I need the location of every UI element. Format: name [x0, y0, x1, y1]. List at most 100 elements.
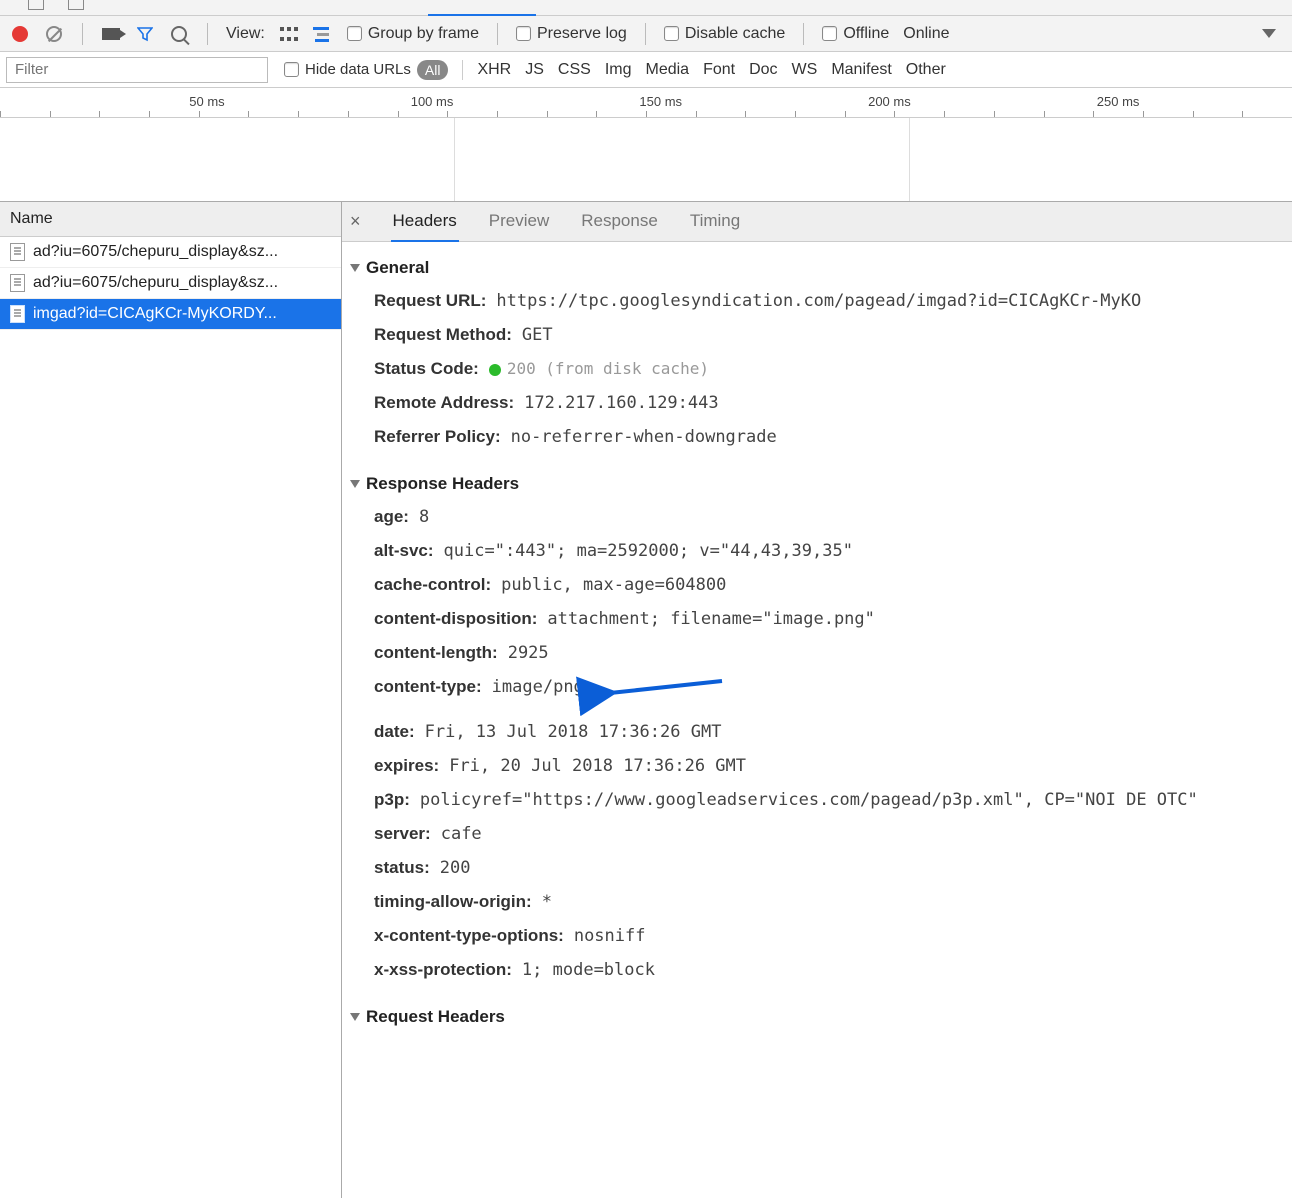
checkbox-icon [664, 26, 679, 41]
response-headers-title: Response Headers [366, 474, 519, 494]
device-icon[interactable] [68, 0, 84, 10]
separator [497, 23, 498, 45]
devtools-tab-strip [0, 0, 1292, 16]
request-row[interactable]: imgad?id=CICAgKCr-MyKORDY... [0, 299, 341, 330]
filter-type-img[interactable]: Img [605, 61, 632, 79]
separator [645, 23, 646, 45]
search-icon[interactable] [169, 24, 189, 44]
tab-response[interactable]: Response [579, 202, 660, 242]
headers-panel: General Request URL:https://tpc.googlesy… [342, 242, 1292, 1198]
hide-data-urls-toggle[interactable]: Hide data URLs [284, 61, 411, 78]
filter-type-other[interactable]: Other [906, 61, 946, 79]
network-main: Name ad?iu=6075/chepuru_display&sz... ad?… [0, 202, 1292, 1198]
header-name: server: [374, 824, 431, 844]
filter-type-js[interactable]: JS [525, 61, 544, 79]
header-value: quic=":443"; ma=2592000; v="44,43,39,35" [444, 541, 853, 561]
filter-type-manifest[interactable]: Manifest [831, 61, 891, 79]
header-value: policyref="https://www.googleadservices.… [420, 790, 1198, 810]
section-header-request[interactable]: Request Headers [350, 1001, 1292, 1033]
filter-type-all[interactable]: All [417, 60, 449, 80]
filter-type-ws[interactable]: WS [792, 61, 818, 79]
request-name: ad?iu=6075/chepuru_display&sz... [33, 274, 278, 292]
clear-button[interactable] [44, 24, 64, 44]
filter-type-xhr[interactable]: XHR [477, 61, 511, 79]
preserve-log-toggle[interactable]: Preserve log [516, 25, 627, 43]
tab-headers[interactable]: Headers [391, 202, 459, 242]
status-code-label: Status Code: [374, 359, 479, 379]
header-name: expires: [374, 756, 439, 776]
general-section: General Request URL:https://tpc.googlesy… [350, 252, 1292, 454]
filter-type-font[interactable]: Font [703, 61, 735, 79]
filter-icon[interactable] [135, 24, 155, 44]
document-icon [10, 305, 25, 323]
detail-tabs: × Headers Preview Response Timing [342, 202, 1292, 242]
tab-preview[interactable]: Preview [487, 202, 551, 242]
checkbox-icon [284, 62, 299, 77]
chevron-down-icon[interactable] [1262, 29, 1276, 38]
tick-label: 250 ms [1097, 94, 1144, 109]
general-title: General [366, 258, 429, 278]
chevron-down-icon [350, 1013, 360, 1021]
filter-type-doc[interactable]: Doc [749, 61, 777, 79]
status-dot-icon [489, 364, 501, 376]
header-value: 1; mode=block [522, 960, 655, 980]
section-header-response[interactable]: Response Headers [350, 468, 1292, 500]
tick-label: 50 ms [189, 94, 228, 109]
disable-cache-toggle[interactable]: Disable cache [664, 25, 786, 43]
header-name: content-length: [374, 643, 498, 663]
network-toolbar: View: Group by frame Preserve log Disabl… [0, 16, 1292, 52]
separator [803, 23, 804, 45]
filter-type-group: All XHR JS CSS Img Media Font Doc WS Manifest Othe… [411, 60, 946, 80]
header-value: * [542, 892, 552, 912]
tick-label: 100 ms [411, 94, 458, 109]
chevron-down-icon [350, 264, 360, 272]
group-by-frame-toggle[interactable]: Group by frame [347, 25, 479, 43]
checkbox-icon [516, 26, 531, 41]
screenshot-icon[interactable] [101, 24, 121, 44]
throttling-select[interactable]: Online [903, 25, 949, 43]
tab-timing[interactable]: Timing [688, 202, 742, 242]
disable-cache-label: Disable cache [685, 25, 786, 43]
request-row[interactable]: ad?iu=6075/chepuru_display&sz... [0, 268, 341, 299]
header-name: content-disposition: [374, 609, 537, 629]
header-name: content-type: [374, 677, 482, 697]
header-name: alt-svc: [374, 541, 434, 561]
request-name: imgad?id=CICAgKCr-MyKORDY... [33, 305, 277, 323]
checkbox-icon [822, 26, 837, 41]
filter-type-css[interactable]: CSS [558, 61, 591, 79]
request-method-label: Request Method: [374, 325, 512, 345]
request-headers-section: Request Headers [350, 1001, 1292, 1033]
name-column-header[interactable]: Name [0, 202, 341, 237]
group-by-frame-label: Group by frame [368, 25, 479, 43]
header-value: public, max-age=604800 [501, 575, 726, 595]
online-label: Online [903, 25, 949, 43]
header-name: date: [374, 722, 415, 742]
waterfall-icon[interactable] [313, 24, 333, 44]
filter-type-media[interactable]: Media [645, 61, 689, 79]
header-value: attachment; filename="image.png" [547, 609, 875, 629]
request-name: ad?iu=6075/chepuru_display&sz... [33, 243, 278, 261]
timeline-overview[interactable] [0, 118, 1292, 202]
hide-data-urls-label: Hide data URLs [305, 61, 411, 78]
response-headers-section: Response Headers age:8alt-svc:quic=":443… [350, 468, 1292, 987]
offline-toggle[interactable]: Offline [822, 25, 889, 43]
request-url-value: https://tpc.googlesyndication.com/pagead… [496, 291, 1141, 311]
header-name: age: [374, 507, 409, 527]
large-rows-icon[interactable] [279, 24, 299, 44]
header-name: timing-allow-origin: [374, 892, 532, 912]
filter-input[interactable] [6, 57, 268, 83]
request-headers-title: Request Headers [366, 1007, 505, 1027]
header-name: cache-control: [374, 575, 491, 595]
document-icon [10, 274, 25, 292]
request-row[interactable]: ad?iu=6075/chepuru_display&sz... [0, 237, 341, 268]
separator [207, 23, 208, 45]
record-button[interactable] [10, 24, 30, 44]
elements-icon[interactable] [28, 0, 44, 10]
document-icon [10, 243, 25, 261]
close-icon[interactable]: × [350, 211, 367, 232]
section-header-general[interactable]: General [350, 252, 1292, 284]
timeline-ruler[interactable]: 50 ms100 ms150 ms200 ms250 ms [0, 88, 1292, 118]
remote-address-label: Remote Address: [374, 393, 514, 413]
tick-label: 200 ms [868, 94, 915, 109]
separator [82, 23, 83, 45]
